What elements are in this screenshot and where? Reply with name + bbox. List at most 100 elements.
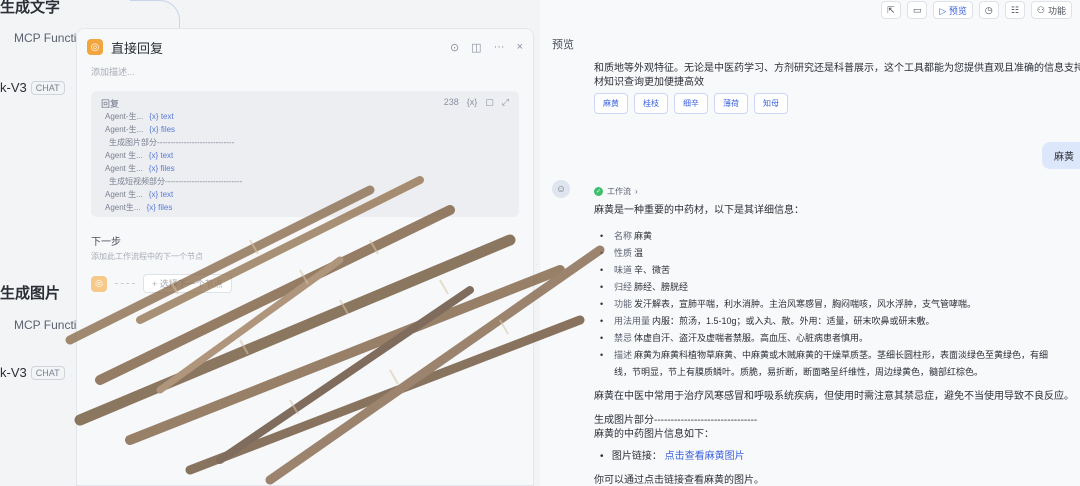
close-icon[interactable]: × — [517, 41, 523, 54]
editor-line: Agent-生... {x} files — [101, 123, 509, 136]
expand-icon[interactable]: ⤢ — [502, 97, 509, 108]
item-label: 性质 — [614, 248, 633, 258]
image-intro: 麻黄的中药图片信息如下： — [594, 429, 714, 440]
suggestion-chip[interactable]: 麻黄 — [594, 93, 628, 114]
bullet-dot: • — [600, 316, 604, 326]
item-label: 禁忌 — [614, 333, 633, 343]
item-value: 温 — [634, 248, 644, 258]
answer-summary: 麻黄在中医中常用于治疗风寒感冒和呼吸系统疾病，但使用时需注意其禁忌症，避免不当使… — [594, 391, 1074, 402]
list-item: • 名称 麻黄 — [600, 228, 1080, 245]
insert-variable-icon[interactable]: {x} — [467, 97, 478, 108]
list-item: • 用法用量 内服：煎汤，1.5-10g；或入丸、散。外用：适量，研末吹鼻或研末敷。 — [600, 313, 1080, 330]
item-value: 发汗解表，宣肺平喘，利水消肿。主治风寒感冒，胸闷喘咳，风水浮肿，支气管哮喘。 — [634, 299, 977, 309]
item-value: 肺经、膀胱经 — [634, 282, 689, 292]
bullet-dot: • — [600, 333, 604, 343]
code-icon[interactable]: ▭ — [906, 1, 928, 19]
suggestion-chips: 麻黄 桂枝 细辛 薄荷 知母 — [594, 93, 788, 114]
editor-line: Agent生... {x} files — [101, 201, 509, 214]
connector-line — [115, 283, 135, 284]
bullet-dot: • — [600, 299, 604, 309]
variable-source: Agent 生... — [105, 164, 143, 173]
list-item: • 功能 发汗解表，宣肺平喘，利水消肿。主治风寒感冒，胸闷喘咳，风水浮肿，支气管哮喘… — [600, 296, 1080, 313]
split-view-icon[interactable]: ◫ — [471, 41, 481, 54]
item-label: 名称 — [614, 231, 633, 241]
list-item: • 描述 麻黄为麻黄科植物草麻黄、中麻黄或木贼麻黄的干燥草质茎。茎细长圆柱形，表面淡… — [600, 347, 1080, 364]
node-tool-label: MCP Functi — [14, 31, 77, 45]
editor-line: Agent 生... {x} files — [101, 162, 509, 175]
current-node-icon: ◎ — [91, 275, 107, 292]
item-value: 体虚自汗、盗汗及虚喘者禁服。高血压、心脏病患者慎用。 — [634, 333, 869, 343]
item-label: 描述 — [614, 350, 633, 360]
intro-text-line: 和质地等外观特征。无论是中医药学习、方剂研究还是科普展示，这个工具都能为您提供直… — [594, 63, 1080, 74]
item-label: 味道 — [614, 265, 633, 275]
variable-source: Agent 生... — [105, 151, 143, 160]
bullet-dot: • — [600, 231, 604, 241]
variable-tag[interactable]: {x} text — [149, 149, 173, 162]
editor-line: Agent 生... {x} text — [101, 149, 509, 162]
bullet-dot: • — [600, 248, 604, 258]
feature-icon: ⚇ — [1036, 4, 1045, 15]
feature-button[interactable]: ⚇ 功能 — [1030, 1, 1072, 19]
next-step-row: ◎ + 选择下一个节点 — [91, 274, 519, 293]
workflow-canvas[interactable]: 生成文字 MCP Functi k-V3 CHAT 生成图片 MCP Funct… — [0, 0, 540, 486]
add-description[interactable]: 添加描述... — [77, 65, 533, 79]
select-next-node-button[interactable]: + 选择下一个节点 — [143, 274, 232, 293]
copy-icon[interactable]: ▢ — [485, 97, 494, 108]
image-section-divider: 生成图片部分------------------------------- — [594, 415, 758, 426]
panel-actions: ⊙ ◫ ··· × — [450, 41, 523, 54]
node-title-generate-image[interactable]: 生成图片 — [0, 282, 60, 303]
suggestion-chip[interactable]: 细辛 — [674, 93, 708, 114]
list-item: • 味道 辛、微苦 — [600, 262, 1080, 279]
answer-list: • 名称 麻黄 • 性质温 • 味道 辛、微苦 • 归经 肺经、膀胱经 • 功能 发汗解表，宣肺平喘，利水… — [600, 228, 1080, 381]
variable-tag[interactable]: {x} files — [149, 162, 175, 175]
top-toolbar: ⇱ ▭ ▷ 预览 ◷ ☷ ⚇ 功能 — [880, 0, 1072, 20]
item-value: 内服：煎汤，1.5-10g；或入丸、散。外用：适量，研末吹鼻或研末敷。 — [652, 316, 935, 326]
suggestion-chip[interactable]: 桂枝 — [634, 93, 668, 114]
item-label: 功能 — [614, 299, 633, 309]
suggestion-chip[interactable]: 薄荷 — [714, 93, 748, 114]
model-name: k-V3 — [0, 365, 27, 380]
feature-label: 功能 — [1047, 5, 1066, 16]
answer-intro: 麻黄是一种重要的中药材，以下是其详细信息： — [594, 205, 804, 216]
export-icon[interactable]: ⇱ — [880, 1, 901, 19]
more-icon[interactable]: ··· — [494, 41, 505, 54]
char-count: 238 — [443, 97, 459, 107]
history-icon[interactable]: ◷ — [978, 1, 999, 19]
workflow-label: 工作流 — [607, 187, 631, 196]
item-label: 归经 — [614, 282, 633, 292]
editor-line: Agent 生... {x} text — [101, 188, 509, 201]
node-title-generate-text[interactable]: 生成文字 — [0, 0, 60, 17]
image-link-label: 图片链接： — [611, 451, 662, 462]
bullet-dot: • — [600, 350, 604, 360]
node-tool-label: MCP Functi — [14, 318, 77, 332]
editor-tools: 238 {x} ▢ ⤢ — [444, 97, 509, 108]
connection-edge — [130, 0, 180, 30]
suggestion-chip[interactable]: 知母 — [754, 93, 788, 114]
variable-source: Agent-生... — [105, 112, 144, 121]
variable-tag[interactable]: {x} text — [149, 188, 173, 201]
image-link[interactable]: 点击查看麻黄图片 — [665, 451, 745, 462]
panel-title[interactable]: 直接回复 — [111, 38, 442, 57]
description-continued: 线，节明显，节上有膜质鳞叶。质脆，易折断，断面略呈纤维性，周边绿黄色，髓部红棕色… — [614, 367, 984, 377]
item-label: 用法用量 — [614, 316, 651, 326]
bullet-dot: • — [600, 282, 604, 292]
variable-source: 生成图片部分----------------------------- — [109, 138, 235, 147]
list-icon[interactable]: ☷ — [1004, 1, 1025, 19]
chat-tag: CHAT — [30, 80, 65, 95]
next-step-desc: 添加此工作流程中的下一个节点 — [91, 252, 203, 261]
preview-button[interactable]: ▷ 预览 — [933, 1, 973, 19]
list-item: • 性质温 — [600, 245, 1080, 262]
variable-source: Agent 生... — [105, 190, 143, 199]
reply-node-icon: ◎ — [87, 39, 103, 55]
variable-tag[interactable]: {x} files — [147, 201, 173, 214]
reply-editor[interactable]: 回复 238 {x} ▢ ⤢ Agent-生... {x} text Agent-生… — [91, 91, 519, 217]
list-item: • 归经 肺经、膀胱经 — [600, 279, 1080, 296]
image-link-row: • 图片链接： 点击查看麻黄图片 — [600, 450, 745, 464]
variable-tag[interactable]: {x} text — [149, 110, 173, 123]
run-node-icon[interactable]: ⊙ — [450, 41, 459, 54]
footer-line: 你可以通过点击链接查看麻黄的图片。 — [594, 475, 764, 486]
workflow-status[interactable]: ✓ 工作流 › — [594, 186, 638, 197]
preview-pane: ⇱ ▭ ▷ 预览 ◷ ☷ ⚇ 功能 预览 和质地等外观特征。无论是中医药学习、方… — [540, 0, 1080, 486]
bullet-dot: • — [600, 265, 604, 275]
variable-tag[interactable]: {x} files — [149, 123, 175, 136]
